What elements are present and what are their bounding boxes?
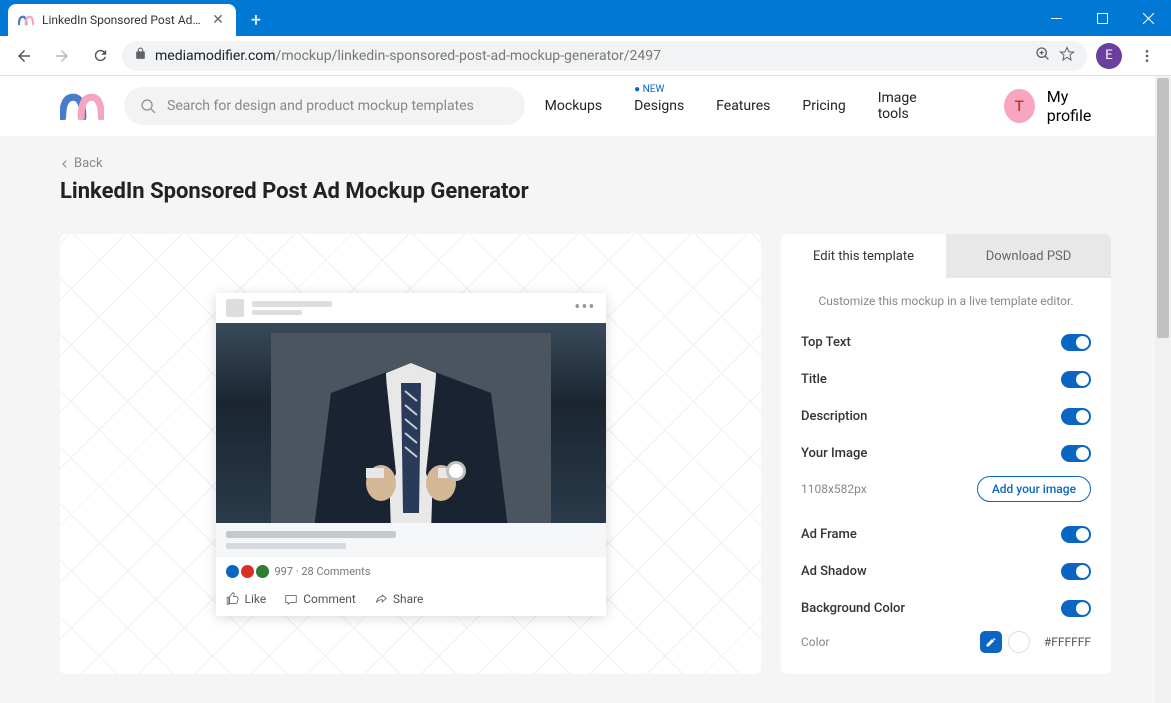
profile-label: My profile xyxy=(1047,87,1111,125)
mockup-image xyxy=(216,323,606,523)
chevron-left-icon xyxy=(60,159,70,169)
zoom-icon[interactable] xyxy=(1035,46,1051,66)
bookmark-icon[interactable] xyxy=(1059,46,1075,66)
browser-tab[interactable]: LinkedIn Sponsored Post Ad Moc ✕ xyxy=(8,4,236,36)
tab-title: LinkedIn Sponsored Post Ad Moc xyxy=(42,13,202,27)
share-action: Share xyxy=(374,592,424,606)
minimize-button[interactable] xyxy=(1033,0,1079,36)
field-bg-color: Background Color xyxy=(801,601,905,616)
nav-designs[interactable]: NEWDesigns xyxy=(634,98,684,114)
field-your-image: Your Image xyxy=(801,446,867,461)
add-image-button[interactable]: Add your image xyxy=(977,476,1091,502)
mockup-avatar-placeholder xyxy=(226,299,244,317)
menu-icon[interactable] xyxy=(1131,40,1163,72)
reload-button[interactable] xyxy=(84,40,116,72)
toggle-bg-color[interactable] xyxy=(1061,600,1091,617)
url-text: mediamodifier.com/mockup/linkedin-sponso… xyxy=(155,48,1027,64)
nav-mockups[interactable]: Mockups xyxy=(545,98,602,114)
comment-action: Comment xyxy=(284,592,356,606)
more-icon: ••• xyxy=(574,297,595,318)
favicon xyxy=(18,12,34,28)
editor-panel: Edit this template Download PSD Customiz… xyxy=(781,234,1111,674)
toggle-description[interactable] xyxy=(1061,408,1091,425)
toggle-top-text[interactable] xyxy=(1061,334,1091,351)
nav-image-tools[interactable]: Image tools xyxy=(878,90,946,122)
field-title: Title xyxy=(801,372,827,387)
toggle-your-image[interactable] xyxy=(1061,445,1091,462)
toggle-ad-shadow[interactable] xyxy=(1061,563,1091,580)
new-tab-button[interactable]: + xyxy=(242,6,270,34)
mockup-stats: 997 · 28 Comments xyxy=(275,565,371,578)
profile-avatar-t: T xyxy=(1004,89,1035,123)
nav-pricing[interactable]: Pricing xyxy=(802,98,845,114)
site-logo[interactable] xyxy=(60,92,104,120)
lock-icon xyxy=(134,47,147,64)
color-label: Color xyxy=(801,635,829,649)
search-placeholder: Search for design and product mockup tem… xyxy=(167,98,474,114)
like-action: Like xyxy=(226,592,267,606)
address-bar[interactable]: mediamodifier.com/mockup/linkedin-sponso… xyxy=(122,41,1087,71)
scrollbar[interactable] xyxy=(1155,76,1171,703)
tab-close-icon[interactable]: ✕ xyxy=(210,12,226,28)
toggle-ad-frame[interactable] xyxy=(1061,526,1091,543)
back-link[interactable]: Back xyxy=(60,156,1111,171)
forward-button xyxy=(46,40,78,72)
color-hex: #FFFFFF xyxy=(1044,635,1091,649)
search-icon xyxy=(140,98,157,115)
field-description: Description xyxy=(801,409,867,424)
tab-download-psd[interactable]: Download PSD xyxy=(946,234,1111,278)
close-window-button[interactable] xyxy=(1125,0,1171,36)
tab-edit-template[interactable]: Edit this template xyxy=(781,234,946,278)
toggle-title[interactable] xyxy=(1061,371,1091,388)
panel-description: Customize this mockup in a live template… xyxy=(781,278,1111,324)
preview-canvas: ••• xyxy=(60,234,761,674)
linkedin-mockup: ••• xyxy=(216,293,606,616)
color-swatch-white[interactable] xyxy=(1008,631,1030,653)
my-profile[interactable]: T My profile xyxy=(1004,87,1111,125)
profile-avatar[interactable]: E xyxy=(1093,40,1125,72)
back-button[interactable] xyxy=(8,40,40,72)
search-input[interactable]: Search for design and product mockup tem… xyxy=(124,87,525,125)
scrollbar-thumb[interactable] xyxy=(1157,78,1169,338)
nav-features[interactable]: Features xyxy=(716,98,770,114)
page-title: LinkedIn Sponsored Post Ad Mockup Genera… xyxy=(60,179,1111,204)
field-ad-frame: Ad Frame xyxy=(801,527,857,542)
field-ad-shadow: Ad Shadow xyxy=(801,564,867,579)
maximize-button[interactable] xyxy=(1079,0,1125,36)
image-size: 1108x582px xyxy=(801,482,867,496)
color-picker-button[interactable] xyxy=(980,631,1002,653)
field-top-text: Top Text xyxy=(801,335,851,350)
